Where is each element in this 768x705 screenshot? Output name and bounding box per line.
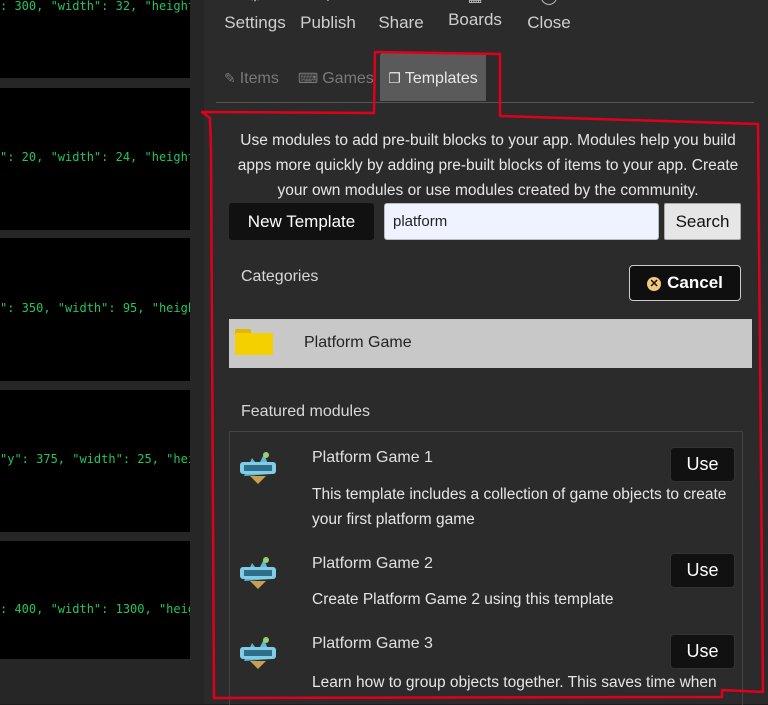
categories-heading: Categories — [241, 268, 319, 285]
use-button[interactable]: Use — [670, 553, 735, 588]
publish-label: Publish — [300, 13, 356, 32]
gear-icon: ⚙ — [245, 0, 265, 5]
use-button[interactable]: Use — [670, 634, 735, 669]
close-circle-icon: ✕ — [647, 277, 662, 291]
settings-button[interactable]: ⚙ Settings — [222, 0, 288, 40]
search-input[interactable] — [384, 203, 659, 240]
tab-games-label: Games — [322, 70, 374, 87]
edit-icon: ✎ — [224, 70, 236, 86]
search-button[interactable]: Search — [664, 203, 741, 240]
module-title: Platform Game 1 — [312, 449, 433, 466]
close-icon: ◯ — [539, 0, 559, 5]
category-item[interactable]: Platform Game — [229, 319, 752, 368]
code-block: "y": 375, "width": 25, "height": — [0, 390, 190, 532]
featured-heading: Featured modules — [241, 403, 370, 420]
module-title: Platform Game 2 — [312, 555, 433, 572]
folder-icon — [235, 329, 273, 355]
code-line: : 400, "width": 1300, "height": — [0, 602, 190, 616]
toolbar: ⚙ Settings ⇡ Publish Share ▦ Boards ◯ Cl… — [204, 0, 768, 40]
list-item: Platform Game 2 Create Platform Game 2 u… — [230, 542, 742, 622]
tab-items[interactable]: ✎ Items — [224, 53, 279, 101]
share-button[interactable]: Share — [376, 0, 426, 40]
phaser-logo-icon — [240, 637, 276, 669]
code-line: ": 350, "width": 95, "height": — [0, 301, 190, 315]
code-block: ": 350, "width": 95, "height": — [0, 238, 190, 381]
close-button[interactable]: ◯ Close — [524, 0, 574, 40]
tab-bar: ✎ Items ⌨ Games ❐ Templates — [216, 53, 754, 103]
gamepad-icon: ⌨ — [298, 70, 319, 86]
tab-games[interactable]: ⌨ Games — [298, 53, 374, 101]
tab-templates[interactable]: ❐ Templates — [380, 53, 486, 101]
intro-text: Use modules to add pre-built blocks to y… — [237, 132, 739, 199]
cancel-button[interactable]: ✕ Cancel — [629, 265, 741, 301]
cancel-label: Cancel — [667, 273, 723, 292]
boards-label: Boards — [448, 10, 502, 29]
publish-button[interactable]: ⇡ Publish — [298, 0, 358, 40]
new-template-button[interactable]: New Template — [229, 203, 374, 240]
code-block: : 300, "width": 32, "height": — [0, 0, 190, 78]
use-button[interactable]: Use — [670, 447, 735, 482]
code-line: ": 20, "width": 24, "height": 22, — [0, 150, 190, 164]
code-panel: : 300, "width": 32, "height": ": 20, "wi… — [0, 0, 204, 704]
module-description: Learn how to group objects together. Thi… — [312, 674, 717, 691]
templates-icon: ❐ — [388, 70, 401, 86]
tab-templates-label: Templates — [404, 70, 478, 87]
boards-button[interactable]: ▦ Boards — [446, 0, 504, 40]
list-item: Platform Game 3 Learn how to group objec… — [230, 622, 742, 705]
phaser-logo-icon — [240, 557, 276, 589]
category-label: Platform Game — [304, 334, 412, 351]
code-line: : 300, "width": 32, "height": — [0, 0, 190, 13]
phaser-logo-icon — [240, 452, 276, 484]
module-title: Platform Game 3 — [312, 635, 433, 652]
module-description: Create Platform Game 2 using this templa… — [312, 591, 614, 608]
module-list: Platform Game 1 This template includes a… — [229, 431, 743, 705]
settings-label: Settings — [224, 13, 286, 32]
code-block: : 400, "width": 1300, "height": — [0, 541, 190, 659]
module-description: This template includes a collection of g… — [312, 486, 727, 528]
close-label: Close — [527, 13, 571, 32]
templates-panel: ⚙ Settings ⇡ Publish Share ▦ Boards ◯ Cl… — [204, 0, 768, 705]
boards-icon: ▦ — [465, 0, 485, 5]
code-line: "y": 375, "width": 25, "height": — [0, 452, 190, 466]
tab-items-label: Items — [239, 70, 279, 87]
code-block: ": 20, "width": 24, "height": 22, — [0, 88, 190, 230]
list-item: Platform Game 1 This template includes a… — [230, 432, 742, 542]
publish-icon: ⇡ — [318, 0, 338, 5]
share-label: Share — [378, 13, 424, 32]
